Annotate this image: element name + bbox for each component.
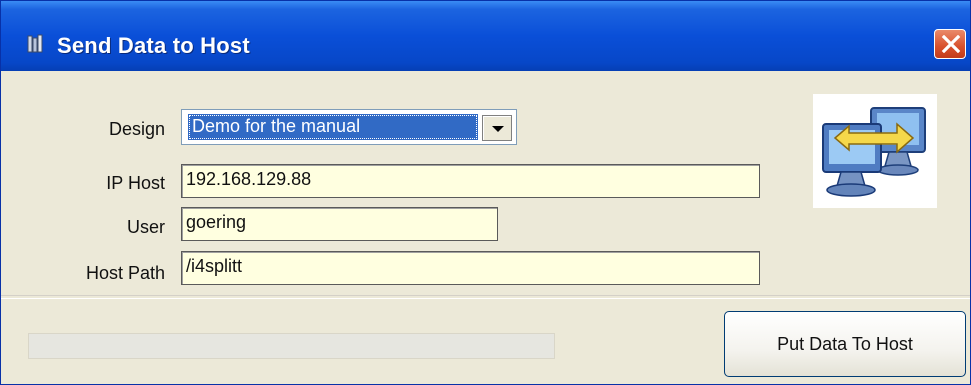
ip-host-label: IP Host — [106, 173, 165, 193]
design-dropdown[interactable]: Demo for the manual — [181, 109, 517, 145]
close-button[interactable] — [934, 29, 966, 59]
close-icon — [941, 35, 961, 53]
dropdown-arrow-button[interactable] — [482, 115, 512, 141]
ip-host-field[interactable]: 192.168.129.88 — [181, 164, 760, 198]
window-title: Send Data to Host — [57, 33, 250, 58]
footer-separator — [1, 295, 970, 299]
transfer-progress-bar — [28, 333, 555, 359]
title-bar[interactable]: Send Data to Host — [1, 1, 970, 71]
design-selected-value: Demo for the manual — [188, 114, 478, 140]
host-path-field[interactable]: /i4splitt — [181, 251, 760, 285]
logo — [813, 94, 937, 208]
user-label: User — [126, 217, 165, 237]
user-field[interactable]: goering — [181, 207, 498, 241]
host-path-label: Host Path — [85, 263, 165, 283]
app-icon — [27, 34, 43, 53]
design-label: Design — [108, 119, 165, 139]
dialog-window: Send Data to Host Design Demo for the ma… — [0, 0, 971, 385]
put-data-to-host-button[interactable]: Put Data To Host — [724, 311, 966, 377]
network-transfer-icon — [822, 107, 926, 197]
